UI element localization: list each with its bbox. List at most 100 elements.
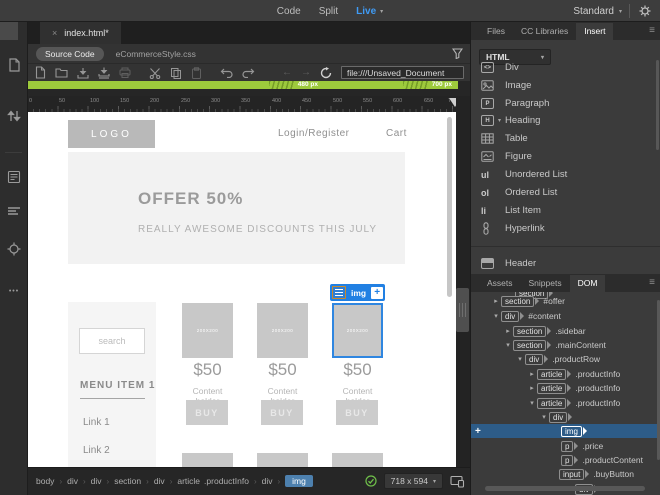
code-navigator-icon[interactable] bbox=[0, 170, 28, 184]
more-options-icon[interactable]: ••• bbox=[0, 288, 28, 295]
tag-div[interactable]: div bbox=[67, 476, 78, 486]
collapse-arrow-icon[interactable]: ▾ bbox=[503, 341, 513, 349]
format-lines-icon[interactable] bbox=[0, 206, 28, 216]
tab-assets[interactable]: Assets bbox=[479, 275, 521, 292]
stylesheet-file-button[interactable]: eCommerceStyle.css bbox=[116, 49, 196, 59]
buy-button[interactable]: BUY bbox=[336, 400, 378, 425]
dom-node-div[interactable]: ▾ div bbox=[471, 410, 660, 424]
collapse-arrow-icon[interactable]: ▾ bbox=[515, 355, 525, 363]
product-image-placeholder-row2[interactable] bbox=[257, 453, 308, 467]
new-file-icon[interactable] bbox=[35, 66, 46, 79]
tab-insert[interactable]: Insert bbox=[576, 23, 614, 40]
expand-arrow-icon[interactable]: ▸ bbox=[527, 384, 537, 392]
tag-div[interactable]: div bbox=[154, 476, 165, 486]
insert-item-div[interactable]: <> Div bbox=[471, 59, 660, 76]
address-url-input[interactable] bbox=[341, 66, 464, 79]
tab-dom[interactable]: DOM bbox=[569, 275, 606, 292]
insert-item-list-item[interactable]: li List Item bbox=[471, 202, 660, 219]
canvas-scrollbar[interactable] bbox=[447, 117, 452, 297]
insert-item-unordered-list[interactable]: ul Unordered List bbox=[471, 166, 660, 183]
buy-button[interactable]: BUY bbox=[261, 400, 303, 425]
close-tab-icon[interactable]: × bbox=[52, 28, 57, 38]
add-element-icon[interactable]: + bbox=[371, 286, 384, 299]
live-view-caret-icon[interactable]: ▾ bbox=[380, 8, 383, 15]
print-icon[interactable] bbox=[119, 67, 131, 78]
product-image-placeholder[interactable]: 200X200 bbox=[257, 303, 308, 358]
dom-node-price[interactable]: p .price bbox=[471, 439, 660, 453]
product-image-placeholder-row2[interactable] bbox=[332, 453, 383, 467]
live-view-canvas[interactable]: LOGO Login/Register Cart OFFER 50% REALL… bbox=[28, 112, 456, 467]
realtime-preview-icon[interactable] bbox=[450, 475, 465, 488]
insert-item-hyperlink[interactable]: Hyperlink bbox=[471, 220, 660, 237]
product-image-placeholder-row2[interactable] bbox=[182, 453, 233, 467]
sync-settings-gear-icon[interactable] bbox=[638, 4, 652, 18]
add-node-icon[interactable]: + bbox=[475, 426, 481, 437]
code-view-button[interactable]: Code bbox=[277, 6, 301, 17]
panel-menu-icon[interactable]: ≡ bbox=[649, 25, 655, 36]
selected-product-image[interactable]: 200X200 bbox=[332, 303, 383, 358]
open-file-icon[interactable] bbox=[55, 67, 68, 78]
sidebar-link-2[interactable]: Link 2 bbox=[83, 445, 110, 456]
dom-node-productinfo[interactable]: ▸ article .productInfo bbox=[471, 367, 660, 381]
heading-caret-icon[interactable]: ▾ bbox=[498, 117, 501, 124]
workspace-switcher[interactable]: Standard ▾ bbox=[573, 0, 622, 22]
paste-icon[interactable] bbox=[191, 66, 202, 79]
panel-menu-icon[interactable]: ≡ bbox=[649, 277, 655, 288]
sidebar-link-1[interactable]: Link 1 bbox=[83, 417, 110, 428]
expand-arrow-icon[interactable]: ▸ bbox=[503, 327, 513, 335]
dom-node-productinfo[interactable]: ▾ article .productInfo bbox=[471, 396, 660, 410]
search-input[interactable] bbox=[79, 328, 145, 354]
dom-node-productinfo[interactable]: ▸ article .productInfo bbox=[471, 381, 660, 395]
tag-productinfo-class[interactable]: .productInfo bbox=[204, 476, 249, 486]
live-view-button[interactable]: Live bbox=[356, 6, 376, 17]
collapse-arrow-icon[interactable]: ▾ bbox=[491, 312, 501, 320]
document-tab[interactable]: × index.html* bbox=[40, 22, 121, 44]
dom-node-img-selected[interactable]: + img bbox=[471, 424, 660, 438]
tag-body[interactable]: body bbox=[36, 476, 54, 486]
cut-icon[interactable] bbox=[149, 67, 161, 79]
undo-icon[interactable] bbox=[220, 67, 233, 78]
window-size-selector[interactable]: 718 x 594 ▾ bbox=[383, 473, 443, 489]
tag-article[interactable]: article bbox=[177, 476, 200, 486]
insert-item-paragraph[interactable]: P Paragraph bbox=[471, 95, 660, 112]
tag-div[interactable]: div bbox=[262, 476, 273, 486]
copy-icon[interactable] bbox=[170, 67, 182, 79]
dom-horizontal-scrollbar[interactable] bbox=[485, 486, 645, 491]
collapse-arrow-icon[interactable]: ▾ bbox=[527, 399, 537, 407]
source-code-button[interactable]: Source Code bbox=[36, 46, 104, 61]
viewport-resize-handle[interactable] bbox=[456, 288, 469, 332]
tab-cc-libraries[interactable]: CC Libraries bbox=[513, 23, 576, 40]
insert-item-image[interactable]: Image bbox=[471, 77, 660, 94]
split-view-button[interactable]: Split bbox=[319, 6, 338, 17]
save-all-icon[interactable] bbox=[98, 67, 110, 79]
dom-node-productcontent[interactable]: p .productContent bbox=[471, 453, 660, 467]
back-icon[interactable]: ← bbox=[282, 67, 292, 78]
expand-arrow-icon[interactable]: ▸ bbox=[527, 370, 537, 378]
inspect-target-icon[interactable] bbox=[0, 242, 28, 256]
media-query-bar[interactable]: 480 px 700 px bbox=[28, 81, 458, 89]
tab-files[interactable]: Files bbox=[479, 23, 513, 40]
insert-scrollbar[interactable] bbox=[656, 60, 659, 150]
site-logo[interactable]: LOGO bbox=[68, 120, 155, 148]
dom-node-productrow[interactable]: ▾ div .productRow bbox=[471, 352, 660, 366]
filter-funnel-icon[interactable] bbox=[452, 48, 463, 59]
cart-link[interactable]: Cart bbox=[386, 128, 407, 139]
element-hamburger-icon[interactable] bbox=[332, 286, 346, 299]
tag-section[interactable]: section bbox=[114, 476, 141, 486]
dom-node-content[interactable]: ▾ div #content bbox=[471, 309, 660, 323]
dom-node-maincontent[interactable]: ▾ section .mainContent bbox=[471, 338, 660, 352]
insert-item-header[interactable]: Header bbox=[471, 255, 660, 272]
product-image-placeholder[interactable]: 200X200 bbox=[182, 303, 233, 358]
file-management-icon[interactable] bbox=[0, 108, 28, 124]
buy-button[interactable]: BUY bbox=[186, 400, 228, 425]
expand-arrow-icon[interactable]: ▸ bbox=[491, 297, 501, 305]
tag-img-selected[interactable]: img bbox=[285, 475, 313, 487]
collapse-arrow-icon[interactable]: ▾ bbox=[539, 413, 549, 421]
open-documents-icon[interactable] bbox=[0, 58, 28, 73]
dom-node-offer[interactable]: ▸ section #offer bbox=[471, 294, 660, 308]
refresh-icon[interactable] bbox=[320, 66, 332, 79]
insert-item-figure[interactable]: Figure bbox=[471, 148, 660, 165]
redo-icon[interactable] bbox=[242, 67, 255, 78]
insert-item-table[interactable]: Table bbox=[471, 130, 660, 147]
forward-icon[interactable]: → bbox=[301, 67, 311, 78]
